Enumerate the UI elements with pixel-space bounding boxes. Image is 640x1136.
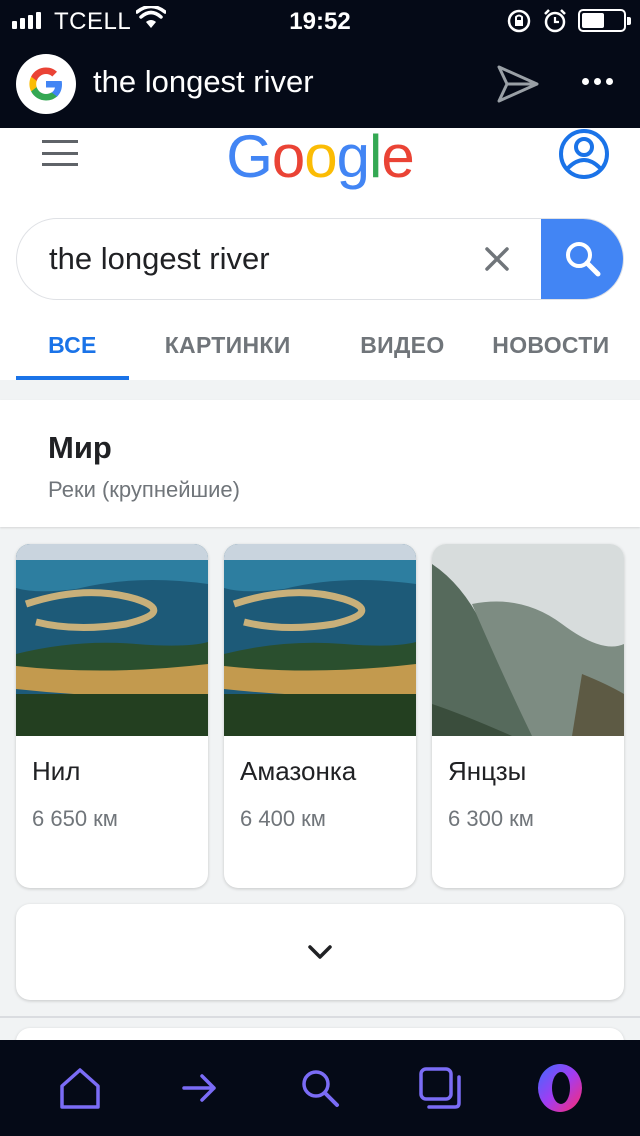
send-icon[interactable] (496, 64, 540, 104)
account-icon[interactable] (556, 128, 612, 180)
logo-letter: o (304, 128, 337, 190)
address-text[interactable]: the longest river (93, 64, 314, 100)
google-logo[interactable]: Google (0, 128, 640, 191)
tabs-button[interactable] (414, 1062, 466, 1114)
tab-all[interactable]: ВСЕ (16, 324, 129, 380)
opera-menu-button[interactable] (534, 1062, 586, 1114)
logo-letter: g (336, 128, 370, 190)
search-input[interactable] (49, 219, 469, 299)
river-name: Янцзы (448, 756, 527, 786)
next-result-card[interactable] (16, 1028, 624, 1040)
logo-letter: G (226, 128, 273, 190)
search-button[interactable] (541, 219, 623, 299)
tab-images[interactable]: КАРТИНКИ (145, 324, 311, 380)
chevron-down-icon (308, 945, 332, 959)
logo-letter: o (271, 128, 305, 190)
river-length: 6 400 км (240, 806, 326, 831)
card-subtitle: Реки (крупнейшие) (48, 477, 240, 502)
river-thumbnail (16, 544, 208, 736)
browser-address-bar: the longest river (0, 42, 640, 128)
home-icon (60, 1068, 100, 1109)
google-header: Google ВСЕ КАРТИНКИ ВИДЕО НОВОСТИ (0, 128, 640, 380)
alarm-icon (544, 9, 566, 33)
search-box (16, 218, 624, 300)
logo-letter: l (369, 128, 382, 190)
browser-bottom-nav (0, 1040, 640, 1136)
river-length: 6 650 км (32, 806, 118, 831)
search-icon (566, 242, 601, 277)
search-results-page: Google ВСЕ КАРТИНКИ ВИДЕО НОВОСТИ (0, 128, 640, 1040)
more-icon[interactable] (582, 78, 613, 85)
card-title: Мир (48, 430, 112, 465)
river-thumbnail (224, 544, 416, 736)
tabs-icon (419, 1067, 461, 1109)
river-name: Нил (32, 756, 81, 786)
search-nav-button[interactable] (294, 1062, 346, 1114)
forward-icon (182, 1074, 216, 1102)
search-icon (302, 1070, 339, 1107)
rotation-lock-icon (507, 9, 531, 33)
river-name: Амазонка (240, 756, 357, 786)
battery-icon (578, 9, 631, 32)
river-card-nile[interactable]: Нил 6 650 км (16, 544, 208, 888)
logo-letter: e (381, 128, 414, 190)
knowledge-header-card: Мир Реки (крупнейшие) (0, 400, 640, 527)
river-card-yangtze[interactable]: Янцзы 6 300 км (432, 544, 624, 888)
river-length: 6 300 км (448, 806, 534, 831)
result-tabs: ВСЕ КАРТИНКИ ВИДЕО НОВОСТИ (0, 324, 640, 380)
tab-news[interactable]: НОВОСТИ (492, 324, 640, 380)
status-bar: TCELL 19:52 (0, 0, 640, 42)
tab-video[interactable]: ВИДЕО (343, 324, 463, 380)
river-thumbnail (432, 544, 624, 736)
forward-button[interactable] (174, 1062, 226, 1114)
google-g-icon[interactable] (16, 54, 76, 114)
home-button[interactable] (54, 1062, 106, 1114)
divider (0, 1016, 640, 1018)
clear-icon[interactable] (483, 245, 511, 273)
opera-icon (538, 1064, 582, 1112)
river-card-amazon[interactable]: Амазонка 6 400 км (224, 544, 416, 888)
expand-button[interactable] (16, 904, 624, 1000)
